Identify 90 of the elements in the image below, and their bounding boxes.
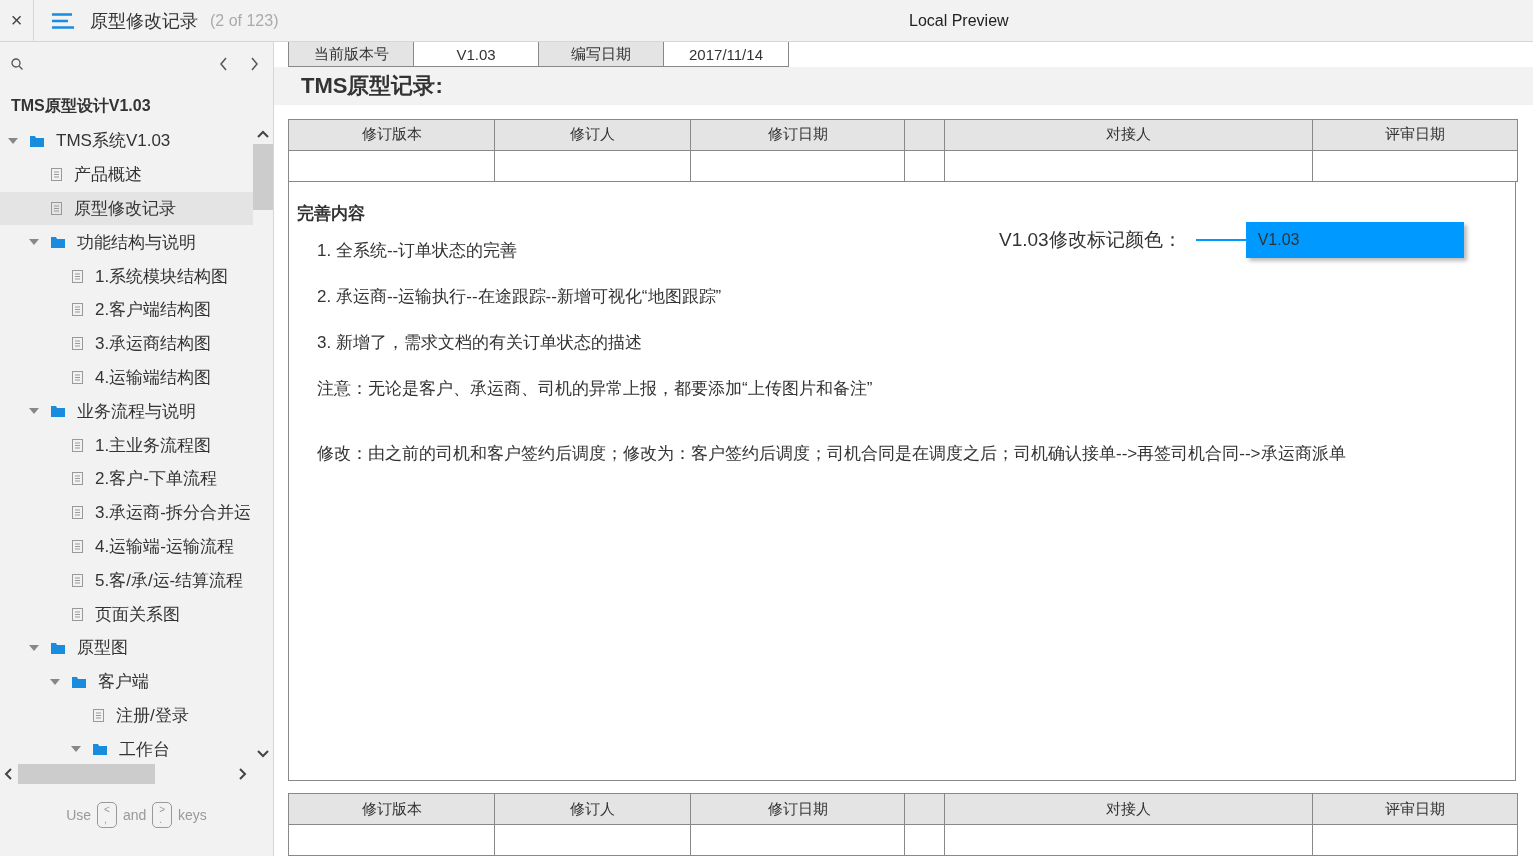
previous-icon[interactable]	[219, 57, 228, 71]
preview-title: Local Preview	[909, 11, 1009, 30]
page-icon	[72, 506, 83, 520]
caret-icon[interactable]	[29, 239, 39, 246]
keyboard-key: > .	[152, 802, 173, 828]
scroll-left-icon[interactable]	[4, 768, 12, 780]
page-icon	[51, 168, 62, 182]
hint-text: and	[122, 807, 147, 823]
tree-item[interactable]: TMS系统V1.03	[0, 124, 253, 158]
menu-icon[interactable]	[52, 12, 74, 29]
content-text: 2. 承运商--运输执行--在途跟踪--新增可视化“地图跟踪”	[317, 285, 722, 308]
legend-tag: V1.03	[1245, 221, 1464, 258]
page-icon	[72, 573, 83, 587]
hint-text: Use	[66, 807, 92, 823]
tree-item[interactable]: 4.运输端-运输流程	[0, 529, 253, 564]
column-header: 修订版本	[289, 119, 495, 151]
folder-icon	[51, 405, 65, 418]
page-icon	[72, 472, 83, 486]
folder-icon	[93, 743, 107, 756]
column-header: 评审日期	[1313, 119, 1517, 151]
page-icon	[93, 708, 104, 722]
page-icon	[72, 438, 83, 452]
page-icon	[72, 269, 83, 283]
leader-line	[1195, 238, 1246, 241]
content-text: 3. 新增了，需求文档的有关订单状态的描述	[317, 331, 642, 354]
column-header: 修订人	[495, 119, 691, 151]
tree-item[interactable]: 原型修改记录	[0, 191, 253, 226]
scrollbar-thumb[interactable]	[253, 144, 273, 210]
table-cell: 编写日期	[539, 42, 664, 67]
table-cell	[905, 825, 945, 856]
caret-icon[interactable]	[29, 408, 39, 415]
scroll-up-icon[interactable]	[257, 130, 269, 138]
tree-item[interactable]: 业务流程与说明	[0, 394, 253, 429]
table-cell: 当前版本号	[288, 42, 414, 67]
content-text: 1. 全系统--订单状态的完善	[317, 239, 518, 262]
page-icon	[51, 202, 62, 215]
tree-item[interactable]: 工作台	[0, 732, 253, 764]
tree-item[interactable]: 原型图	[0, 630, 253, 665]
next-icon[interactable]	[250, 57, 259, 71]
tree-item[interactable]: 3.承运商-拆分合并运	[0, 495, 253, 530]
tree-item[interactable]: 1.主业务流程图	[0, 428, 253, 462]
tree-item[interactable]: 注册/登录	[0, 698, 253, 733]
tree-item[interactable]: 2.客户-下单流程	[0, 461, 253, 496]
keyboard-key: < ,	[97, 802, 117, 828]
table-cell: 2017/11/14	[664, 42, 789, 67]
close-button[interactable]: ×	[0, 0, 34, 41]
table-cell: V1.03	[414, 42, 539, 67]
tree-item[interactable]: 客户端	[0, 664, 253, 699]
page-icon	[72, 303, 83, 317]
table-cell	[905, 150, 945, 182]
folder-icon	[51, 641, 65, 654]
caret-icon[interactable]	[71, 746, 81, 753]
caret-icon[interactable]	[8, 137, 18, 144]
caret-icon[interactable]	[50, 678, 60, 685]
content-title: 完善内容	[297, 202, 366, 225]
column-header: 修订版本	[289, 794, 495, 825]
scroll-right-icon[interactable]	[239, 768, 247, 780]
tree-item[interactable]: 功能结构与说明	[0, 225, 253, 260]
hint-text: keys	[178, 807, 207, 823]
project-title: TMS原型设计V1.03	[10, 96, 152, 116]
section-heading: TMS原型记录:	[301, 71, 443, 100]
tree-item[interactable]: 3.承运商结构图	[0, 326, 253, 361]
page-icon	[72, 607, 83, 621]
tree-item[interactable]: 页面关系图	[0, 597, 253, 631]
page-title: 原型修改记录	[90, 9, 198, 33]
tree-item[interactable]: 产品概述	[0, 157, 253, 192]
page-icon	[72, 370, 83, 384]
column-header: 修订日期	[691, 119, 905, 151]
tree-item[interactable]: 5.客/承/运-结算流程	[0, 563, 253, 598]
column-header: 修订人	[495, 794, 691, 825]
column-header: 对接人	[945, 794, 1313, 825]
page-count: (2 of 123)	[210, 11, 279, 30]
content-text: 修改：由之前的司机和客户签约后调度；修改为：客户签约后调度；司机合同是在调度之后；司机确认接单-->再签司机合同-->承运商派单	[317, 442, 1346, 465]
folder-icon	[51, 236, 65, 249]
folder-icon	[72, 675, 86, 688]
column-header: 评审日期	[1313, 794, 1517, 825]
tree-item[interactable]: 4.运输端结构图	[0, 360, 253, 395]
tree-item[interactable]: 1.系统模块结构图	[0, 259, 253, 293]
column-header: 对接人	[945, 119, 1313, 151]
legend-label: V1.03修改标记颜色：	[999, 227, 1182, 252]
column-header: 修订日期	[691, 794, 905, 825]
folder-icon	[30, 134, 44, 147]
page-icon	[72, 539, 83, 553]
content-text: 注意：无论是客户、承运商、司机的异常上报，都要添加“上传图片和备注”	[317, 377, 873, 400]
tree-item[interactable]: 2.客户端结构图	[0, 293, 253, 327]
scrollbar-thumb[interactable]	[18, 764, 155, 784]
caret-icon[interactable]	[29, 644, 39, 651]
search-icon[interactable]	[11, 58, 23, 70]
scroll-down-icon[interactable]	[257, 750, 269, 758]
page-icon	[72, 337, 83, 351]
